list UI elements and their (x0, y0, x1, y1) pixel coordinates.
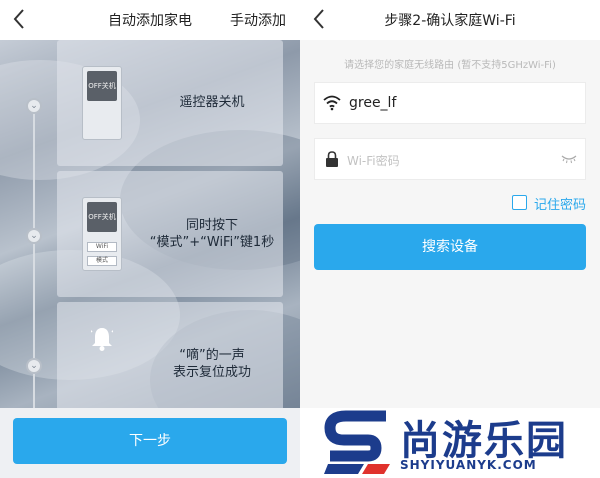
manual-add-button[interactable]: 手动添加 (230, 10, 286, 30)
step-card-2: OFF关机 WiFi 模式 同时按下 “模式”+“WiFi”键1秒 (57, 171, 283, 297)
step-card-1: OFF关机 遥控器关机 (57, 40, 283, 166)
step-2-label-line2: “模式”+“WiFi”键1秒 (149, 235, 275, 250)
remote-screen: OFF关机 (87, 202, 117, 232)
step-card-3: “嘀”的一声 表示复位成功 (57, 302, 283, 408)
left-screen: 自动添加家电 手动添加 ⌄ ⌄ ⌄ OFF关机 遥控器关机 OFF关机 WiFi… (0, 0, 300, 478)
lock-icon (326, 151, 338, 167)
step-3-label-line1: “嘀”的一声 (179, 348, 245, 363)
mode-key: 模式 (87, 256, 117, 266)
password-placeholder: Wi-Fi密码 (347, 154, 400, 168)
right-header: 步骤2-确认家庭Wi-Fi (300, 0, 600, 40)
instruction-area: ⌄ ⌄ ⌄ OFF关机 遥控器关机 OFF关机 WiFi 模式 同时按下 “模式… (0, 40, 300, 408)
chevron-down-icon: ⌄ (26, 228, 42, 244)
bell-icon (91, 328, 113, 351)
watermark-logo (324, 410, 390, 474)
hint-text: 请选择您的家庭无线路由 (暂不支持5GHzWi-Fi) (344, 60, 556, 71)
checkbox-icon[interactable] (512, 195, 527, 210)
watermark-en: SHYIYUANYK.COM (400, 458, 537, 472)
step-1-label: 遥控器关机 (179, 95, 245, 110)
remote-illustration: OFF关机 WiFi 模式 (82, 197, 122, 271)
chevron-down-icon: ⌄ (26, 358, 42, 374)
step-3-label-line2: 表示复位成功 (172, 365, 251, 380)
right-screen: 步骤2-确认家庭Wi-Fi 请选择您的家庭无线路由 (暂不支持5GHzWi-Fi… (300, 0, 600, 408)
wifi-ssid-field[interactable]: gree_lf (314, 82, 586, 124)
wifi-key: WiFi (87, 242, 117, 252)
search-device-button[interactable]: 搜索设备 (314, 224, 586, 270)
password-field[interactable]: Wi-Fi密码 (314, 138, 586, 180)
remote-screen: OFF关机 (87, 71, 117, 101)
remember-password-label: 记住密码 (534, 198, 587, 213)
bottom-bar: 下一步 (0, 408, 300, 478)
next-button[interactable]: 下一步 (13, 418, 287, 464)
page-title: 步骤2-确认家庭Wi-Fi (384, 13, 516, 29)
ssid-value: gree_lf (349, 95, 397, 111)
eye-closed-icon[interactable] (561, 154, 577, 164)
remote-illustration: OFF关机 (82, 66, 122, 140)
watermark: 尚游乐园 SHYIYUANYK.COM (318, 408, 600, 478)
left-header: 自动添加家电 手动添加 (0, 0, 300, 40)
step-2-label-line1: 同时按下 (185, 218, 238, 233)
wifi-icon (323, 95, 341, 111)
chevron-down-icon: ⌄ (26, 98, 42, 114)
